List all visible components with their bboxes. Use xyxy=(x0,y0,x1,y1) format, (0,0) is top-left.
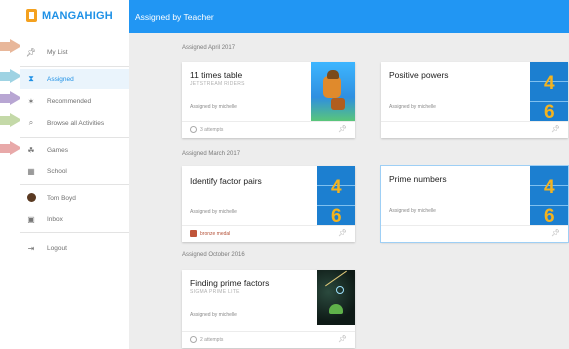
card-title: Identify factor pairs xyxy=(190,176,262,186)
sidebar-divider xyxy=(20,232,129,233)
gamepad-icon: ☘ xyxy=(27,145,35,155)
sidebar-divider xyxy=(20,137,129,138)
sidebar-item-games[interactable]: ☘ Games xyxy=(20,140,129,160)
card-assigned-by: Assigned by michelle xyxy=(190,209,237,215)
smiley-icon xyxy=(190,126,197,133)
jetstream-riders-thumbnail xyxy=(311,62,355,121)
attempts-text: 2 attempts xyxy=(200,336,224,343)
sidebar-item-assigned[interactable]: ⧗ Assigned xyxy=(20,69,129,89)
section-heading: Assigned March 2017 xyxy=(182,151,241,157)
number-tile-thumbnail: 4 6 xyxy=(317,166,355,225)
sidebar-item-logout[interactable]: ⇥ Logout xyxy=(20,238,129,258)
medal-text: bronze medal xyxy=(200,230,231,237)
pin-icon[interactable]: 📌︎ xyxy=(338,335,347,343)
page-title: Assigned by Teacher xyxy=(135,12,214,22)
top-app-bar: Assigned by Teacher xyxy=(129,0,569,33)
card-footer: 2 attempts 📌︎ xyxy=(182,331,355,348)
sigma-prime-thumbnail xyxy=(317,270,355,325)
avatar xyxy=(26,192,36,202)
sidebar-item-label: Inbox xyxy=(47,215,63,223)
card-subtitle: SIGMA PRIME LITE xyxy=(190,289,240,295)
sidebar-item-label: Assigned xyxy=(47,75,74,83)
smiley-icon xyxy=(190,336,197,343)
sidebar-divider xyxy=(20,184,129,185)
search-icon: ⌕ xyxy=(28,118,34,127)
pin-icon[interactable]: 📌︎ xyxy=(551,229,560,237)
sidebar-item-label: Logout xyxy=(47,244,67,252)
number-tile-thumbnail: 4 6 xyxy=(530,62,568,121)
card-footer: 📌︎ xyxy=(381,121,568,138)
sidebar-item-my-list[interactable]: 📌︎ My List xyxy=(20,42,129,62)
activity-card-positive-powers[interactable]: Positive powers Assigned by michelle 4 6… xyxy=(381,62,568,138)
sidebar: MANGAHIGH 📌︎ My List ⧗ Assigned ✶ Recomm… xyxy=(20,0,130,349)
magic-wand-icon: ✶ xyxy=(27,96,35,106)
attempts-text: 3 attempts xyxy=(200,126,224,133)
main-content[interactable]: Assigned April 2017 11 times table JETST… xyxy=(129,33,569,349)
sidebar-item-label: Recommended xyxy=(47,97,92,105)
pointer-arrow-browse xyxy=(0,113,22,128)
card-footer: 📌︎ xyxy=(381,225,568,242)
logout-icon: ⇥ xyxy=(27,243,35,253)
card-footer: 3 attempts 📌︎ xyxy=(182,121,355,138)
card-footer: bronze medal 📌︎ xyxy=(182,225,355,242)
mangahigh-logo-icon xyxy=(26,9,37,22)
sidebar-item-profile[interactable]: Tom Boyd xyxy=(20,188,129,208)
activity-card-finding-prime-factors[interactable]: Finding prime factors SIGMA PRIME LITE A… xyxy=(182,270,355,348)
pointer-arrow-assigned xyxy=(0,69,22,84)
pin-icon: 📌︎ xyxy=(25,47,37,57)
card-title: Positive powers xyxy=(389,70,449,80)
sidebar-divider xyxy=(20,66,129,67)
inbox-icon: ▣ xyxy=(27,214,35,224)
sidebar-item-school[interactable]: ▦ School xyxy=(20,161,129,181)
sidebar-item-inbox[interactable]: ▣ Inbox xyxy=(20,209,129,229)
card-assigned-by: Assigned by michelle xyxy=(389,104,436,110)
sidebar-item-label: Browse all Activities xyxy=(47,119,105,127)
section-heading: Assigned April 2017 xyxy=(182,45,236,51)
pin-icon[interactable]: 📌︎ xyxy=(551,125,560,133)
pin-icon[interactable]: 📌︎ xyxy=(338,229,347,237)
pointer-arrow-recommended xyxy=(0,91,22,106)
bronze-medal-icon xyxy=(190,230,197,237)
hourglass-icon: ⧗ xyxy=(28,74,34,83)
sidebar-item-recommended[interactable]: ✶ Recommended xyxy=(20,91,129,111)
sidebar-item-label: My List xyxy=(47,48,68,56)
card-assigned-by: Assigned by michelle xyxy=(190,104,237,110)
section-heading: Assigned October 2016 xyxy=(182,252,245,258)
brand-logo[interactable]: MANGAHIGH xyxy=(26,9,113,22)
sidebar-item-browse-all-activities[interactable]: ⌕ Browse all Activities xyxy=(20,113,129,133)
card-assigned-by: Assigned by michelle xyxy=(389,208,436,214)
card-assigned-by: Assigned by michelle xyxy=(190,312,237,318)
sidebar-item-label: School xyxy=(47,167,67,175)
card-title: Finding prime factors xyxy=(190,278,270,288)
activity-card-prime-numbers[interactable]: Prime numbers Assigned by michelle 4 6 📌… xyxy=(380,165,569,243)
pointer-arrow-my-list xyxy=(0,39,22,54)
card-title: 11 times table xyxy=(190,70,243,80)
pin-icon[interactable]: 📌︎ xyxy=(338,125,347,133)
sidebar-item-label: Games xyxy=(47,146,68,154)
school-icon: ▦ xyxy=(27,166,35,176)
number-tile-thumbnail: 4 6 xyxy=(530,166,568,225)
card-title: Prime numbers xyxy=(389,174,447,184)
pointer-arrow-games xyxy=(0,141,22,156)
activity-card-11-times-table[interactable]: 11 times table JETSTREAM RIDERS Assigned… xyxy=(182,62,355,138)
card-subtitle: JETSTREAM RIDERS xyxy=(190,81,245,87)
brand-name: MANGAHIGH xyxy=(42,9,113,22)
sidebar-item-label: Tom Boyd xyxy=(47,194,76,202)
activity-card-identify-factor-pairs[interactable]: Identify factor pairs Assigned by michel… xyxy=(182,166,355,242)
